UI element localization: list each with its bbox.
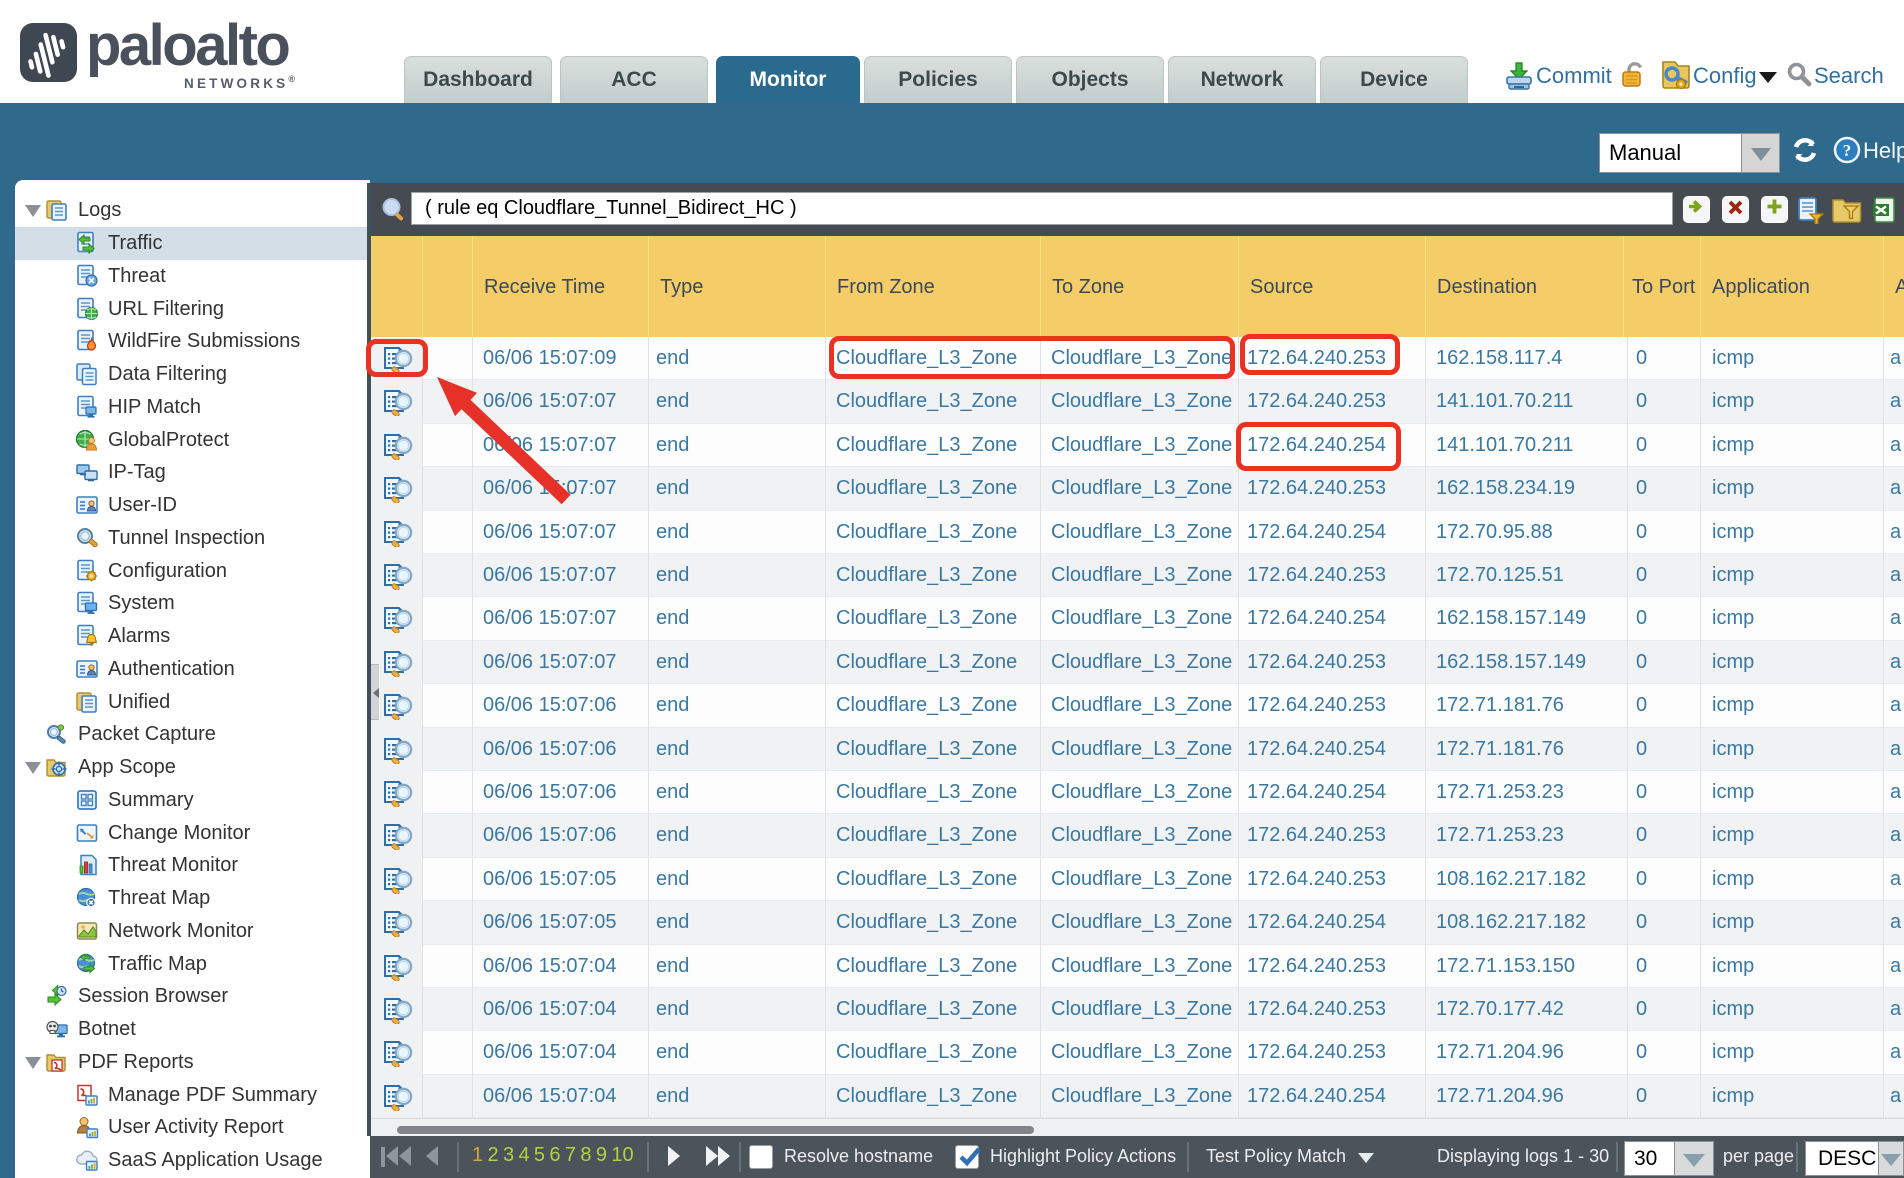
svg-text:?: ? bbox=[1843, 141, 1852, 160]
